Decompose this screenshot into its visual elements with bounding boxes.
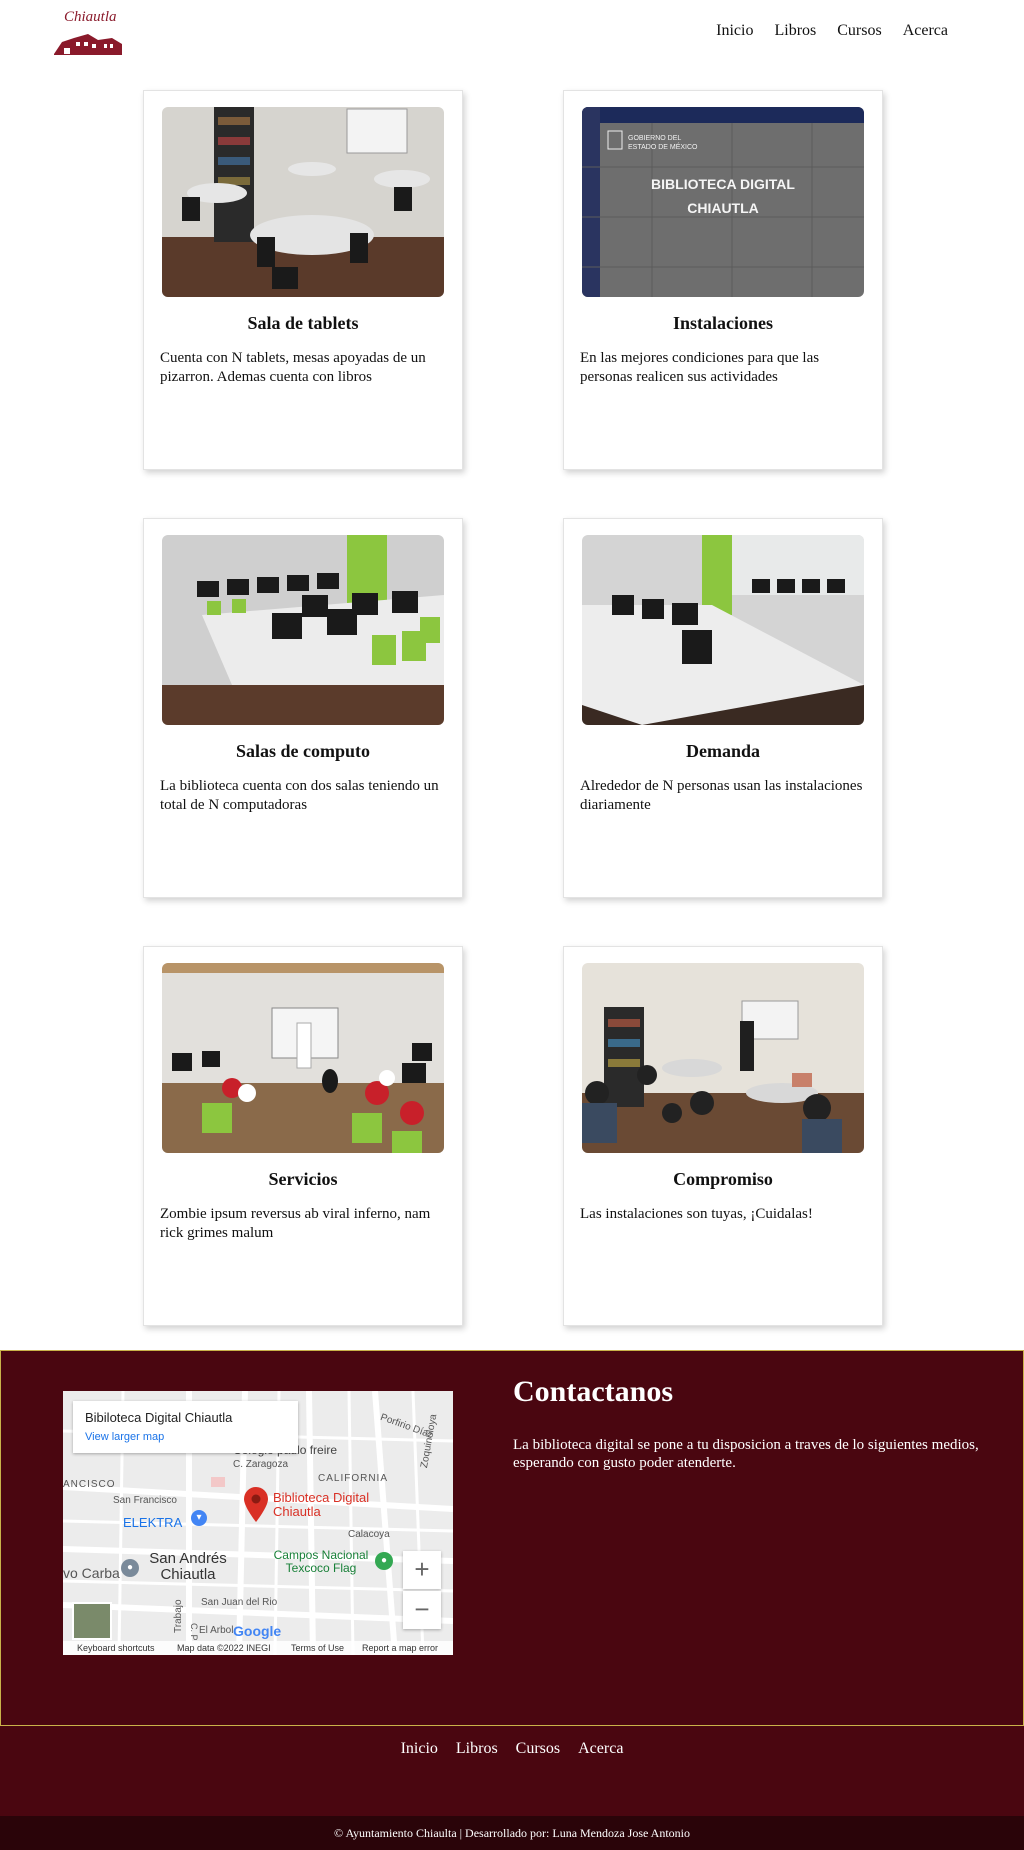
footer-nav-cursos[interactable]: Cursos xyxy=(516,1740,560,1757)
card-text: Las instalaciones son tuyas, ¡Cuidalas! xyxy=(580,1206,813,1222)
card-servicios: Servicios Zombie ipsum reversus ab viral… xyxy=(143,946,463,1326)
card-text: Cuenta con N tablets, mesas apoyadas de … xyxy=(160,350,426,385)
card-image-demanda xyxy=(582,535,864,725)
map-footer: Keyboard shortcuts Map data ©2022 INEGI … xyxy=(63,1641,453,1655)
map-label: C. P xyxy=(189,1623,199,1641)
card-image-tablets xyxy=(162,107,444,297)
card-salas-computo: Salas de computo La biblioteca cuenta co… xyxy=(143,518,463,898)
nav-acerca[interactable]: Acerca xyxy=(903,22,948,40)
map-place-name: Bibiloteca Digital Chiautla xyxy=(85,1410,233,1425)
contact-description: La biblioteca digital se pone a tu dispo… xyxy=(513,1437,979,1471)
footer-nav-inicio[interactable]: Inicio xyxy=(401,1740,438,1757)
report-error-link[interactable]: Report a map error xyxy=(362,1643,438,1653)
card-image-compromiso xyxy=(582,963,864,1153)
card-title: Servicios xyxy=(268,1169,338,1189)
card-title: Compromiso xyxy=(673,1169,773,1189)
logo-building-icon xyxy=(54,34,122,55)
park-pin-icon: ● xyxy=(375,1552,393,1570)
card-title: Instalaciones xyxy=(672,313,773,333)
place-icon: ● xyxy=(121,1559,139,1577)
card-title: Sala de tablets xyxy=(247,313,359,333)
map-label-town: San Andrés Chiautla xyxy=(149,1550,227,1583)
map-pin-icon[interactable] xyxy=(243,1487,269,1523)
sign-line-4: CHIAUTLA xyxy=(687,200,759,216)
sign-line-1: GOBIERNO DEL xyxy=(628,135,681,142)
map-label: C. Zaragoza xyxy=(233,1459,289,1470)
map-label: vo Carba xyxy=(63,1565,120,1581)
card-text: En las mejores condiciones para que las … xyxy=(580,350,820,385)
card-image-servicios xyxy=(162,963,444,1153)
store-icon: ▾ xyxy=(191,1510,207,1526)
logo[interactable]: Chiautla xyxy=(52,8,124,58)
map-label: CALIFORNIA xyxy=(318,1473,389,1484)
card-compromiso: Compromiso Las instalaciones son tuyas, … xyxy=(563,946,883,1326)
nav-inicio[interactable]: Inicio xyxy=(716,22,753,40)
nav-libros[interactable]: Libros xyxy=(774,22,816,40)
card-sala-tablets: Sala de tablets Cuenta con N tablets, me… xyxy=(143,90,463,470)
terms-link[interactable]: Terms of Use xyxy=(291,1643,344,1653)
footer-nav: Inicio Libros Cursos Acerca xyxy=(0,1726,1024,1816)
card-title: Demanda xyxy=(685,741,760,761)
google-logo: Google xyxy=(233,1623,282,1639)
main-nav: Inicio Libros Cursos Acerca xyxy=(716,22,948,40)
card-image-instalaciones: GOBIERNO DEL ESTADO DE MÉXICO BIBLIOTECA… xyxy=(582,107,864,297)
card-image-computo xyxy=(162,535,444,725)
embedded-map[interactable]: Colegio paulo freire C. Zaragoza Porfiri… xyxy=(63,1391,453,1655)
logo-text: Chiautla xyxy=(64,9,117,25)
footer-nav-acerca[interactable]: Acerca xyxy=(578,1740,623,1757)
map-label: El Arbol xyxy=(199,1625,234,1636)
zoom-in-button[interactable]: + xyxy=(403,1551,441,1589)
zoom-out-button[interactable]: − xyxy=(403,1591,441,1629)
keyboard-shortcuts-link[interactable]: Keyboard shortcuts xyxy=(77,1643,155,1653)
nav-cursos[interactable]: Cursos xyxy=(837,22,881,40)
map-label: ANCISCO xyxy=(63,1479,116,1490)
sign-line-3: BIBLIOTECA DIGITAL xyxy=(651,176,795,192)
map-label: San Juan del Rio xyxy=(201,1597,278,1608)
copyright: © Ayuntamiento Chiaulta | Desarrollado p… xyxy=(0,1816,1024,1850)
map-place-card: Bibiloteca Digital Chiautla View larger … xyxy=(73,1401,298,1453)
view-larger-map-link[interactable]: View larger map xyxy=(85,1431,164,1443)
card-title: Salas de computo xyxy=(235,741,370,761)
footer-nav-libros[interactable]: Libros xyxy=(456,1740,498,1757)
map-pin-label: Biblioteca Digital Chiautla xyxy=(273,1490,370,1519)
card-text: Alrededor de N personas usan las instala… xyxy=(580,778,863,813)
site-header: Chiautla Inicio Libros Cursos Acerca xyxy=(0,0,1024,70)
map-data-text: Map data ©2022 INEGI xyxy=(177,1643,271,1653)
card-demanda: Demanda Alrededor de N personas usan las… xyxy=(563,518,883,898)
contact-title: Contactanos xyxy=(513,1375,674,1408)
map-label: Trabajo xyxy=(173,1599,184,1633)
card-text: Zombie ipsum reversus ab viral inferno, … xyxy=(160,1206,431,1241)
map-label-elektra: ELEKTRA xyxy=(123,1515,183,1530)
map-label-park: Campos Nacional Texcoco Flag xyxy=(273,1548,369,1575)
card-instalaciones: GOBIERNO DEL ESTADO DE MÉXICO BIBLIOTECA… xyxy=(563,90,883,470)
sign-line-2: ESTADO DE MÉXICO xyxy=(628,142,698,151)
map-label: San Francisco xyxy=(113,1495,177,1506)
map-label: Calacoya xyxy=(348,1529,390,1540)
contact-section: Colegio paulo freire C. Zaragoza Porfiri… xyxy=(0,1350,1024,1726)
card-text: La biblioteca cuenta con dos salas tenie… xyxy=(160,778,439,813)
